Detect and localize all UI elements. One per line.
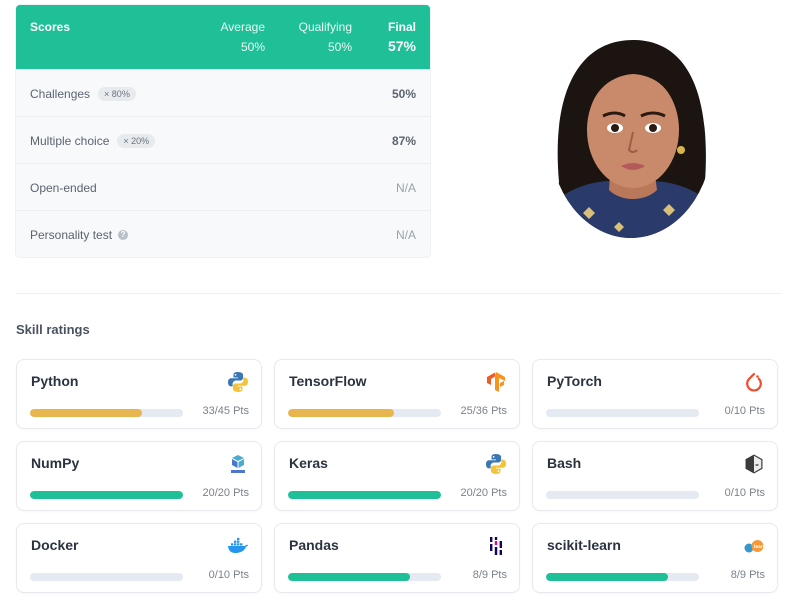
scikit-learn-icon: learn [743, 535, 766, 557]
skill-progress-bar [546, 491, 699, 499]
skill-progress-fill [30, 409, 143, 417]
skill-card-pandas: Pandas 8/9 Pts [274, 523, 520, 593]
bash-icon [743, 453, 765, 475]
score-row-value: N/A [395, 181, 416, 195]
python-icon [485, 453, 507, 475]
skill-points: 20/20 Pts [202, 487, 249, 499]
skill-progress-bar [288, 573, 441, 581]
skill-name: NumPy [31, 455, 80, 471]
skill-progress-bar [546, 409, 699, 417]
skill-name: Bash [547, 455, 582, 471]
docker-icon [227, 535, 249, 557]
skill-card-pytorch: PyTorch 0/10 Pts [532, 359, 778, 429]
skill-points: 20/20 Pts [460, 487, 507, 499]
average-column: Average 50% [221, 20, 265, 54]
scores-title: Scores [30, 20, 71, 34]
score-row-label: Challenges [30, 87, 91, 101]
average-value: 50% [240, 40, 265, 54]
skill-progress-fill [288, 491, 441, 499]
help-icon[interactable]: ? [118, 230, 129, 240]
skill-progress-fill [288, 573, 411, 581]
score-row-value: 87% [391, 134, 416, 148]
skill-name: scikit-learn [547, 537, 621, 553]
final-caption: Final [387, 20, 416, 34]
tensorflow-icon [485, 371, 507, 393]
skill-name: Python [31, 373, 79, 389]
skill-progress-fill [288, 409, 395, 417]
skill-card-docker: Docker 0/10 Pts [16, 523, 262, 593]
skill-points: 0/10 Pts [724, 487, 765, 499]
candidate-photo [549, 32, 713, 238]
skill-name: Docker [31, 537, 79, 553]
scores-header: Scores Average 50% Qualifying 50% Final … [16, 5, 430, 69]
skill-name: Keras [289, 455, 328, 471]
score-row-label: Multiple choice [30, 134, 110, 148]
skill-progress-bar [30, 491, 183, 499]
final-value: 57% [387, 38, 416, 54]
scores-table: Scores Average 50% Qualifying 50% Final … [16, 5, 430, 257]
skill-points: 0/10 Pts [724, 405, 765, 417]
score-row-label: Personality test [30, 228, 113, 242]
final-column: Final 57% [388, 20, 416, 54]
qualifying-caption: Qualifying [298, 20, 352, 34]
skill-points: 25/36 Pts [460, 405, 507, 417]
score-row-value: N/A [395, 228, 416, 242]
skill-name: PyTorch [547, 373, 602, 389]
score-row-multiple-choice: Multiple choice × 20% 87% [16, 116, 430, 163]
pytorch-icon [743, 371, 765, 393]
skill-card-keras: Keras 20/20 Pts [274, 441, 520, 511]
pandas-icon [485, 535, 507, 557]
skill-points: 0/10 Pts [208, 569, 249, 581]
skill-points: 33/45 Pts [202, 405, 249, 417]
average-caption: Average [220, 20, 265, 34]
skill-name: TensorFlow [289, 373, 367, 389]
skill-progress-fill [546, 573, 669, 581]
skill-card-numpy: NumPy 20/20 Pts [16, 441, 262, 511]
numpy-icon [227, 453, 249, 475]
skill-progress-bar [30, 409, 183, 417]
skill-card-python: Python 33/45 Pts [16, 359, 262, 429]
scikit-learn-logo-text: learn [754, 544, 765, 549]
weight-badge: × 80% [98, 87, 136, 101]
skill-progress-bar [30, 573, 183, 581]
skill-card-bash: Bash 0/10 Pts [532, 441, 778, 511]
skill-card-scikit-learn: scikit-learn learn 8/9 Pts [532, 523, 778, 593]
qualifying-value: 50% [327, 40, 352, 54]
skill-card-tensorflow: TensorFlow 25/36 Pts [274, 359, 520, 429]
score-row-open-ended: Open-ended N/A [16, 163, 430, 210]
skill-name: Pandas [289, 537, 339, 553]
skill-progress-fill [30, 491, 183, 499]
section-divider [16, 293, 782, 294]
skill-points: 8/9 Pts [730, 569, 765, 581]
skill-progress-bar [288, 491, 441, 499]
skill-points: 8/9 Pts [472, 569, 507, 581]
score-row-value: 50% [391, 87, 416, 101]
python-icon [227, 371, 249, 393]
skill-progress-bar [546, 573, 699, 581]
skill-progress-bar [288, 409, 441, 417]
score-row-personality-test: Personality test ? N/A [16, 210, 430, 257]
score-row-label: Open-ended [30, 181, 97, 195]
skill-ratings-title: Skill ratings [16, 322, 90, 337]
score-row-challenges: Challenges × 80% 50% [16, 69, 430, 116]
weight-badge: × 20% [117, 134, 156, 148]
qualifying-column: Qualifying 50% [299, 20, 352, 54]
